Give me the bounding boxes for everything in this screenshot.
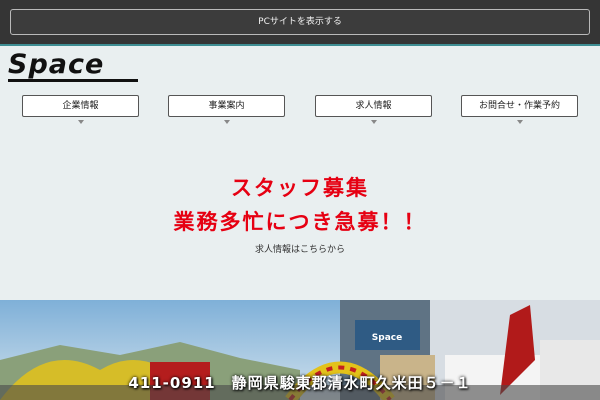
pc-site-button[interactable]: PCサイトを表示する bbox=[10, 9, 590, 35]
nav-company-info[interactable]: 企業情報 bbox=[22, 95, 139, 124]
logo-underline bbox=[8, 79, 138, 82]
nav-contact[interactable]: お問合せ・作業予約 bbox=[461, 95, 578, 124]
site-logo[interactable]: Space bbox=[8, 49, 140, 82]
nav-recruit[interactable]: 求人情報 bbox=[315, 95, 432, 124]
nav-label: 求人情報 bbox=[355, 101, 392, 111]
svg-text:Space: Space bbox=[372, 333, 402, 343]
recruit-headline-1: スタッフ募集 bbox=[231, 176, 369, 200]
hero-photo: Space 411-0911 静岡県駿東郡清水町久米田５－１ bbox=[0, 300, 600, 400]
caret-down-icon bbox=[223, 120, 230, 124]
nav-label: 事業案内 bbox=[208, 101, 245, 111]
nav-label: お問合せ・作業予約 bbox=[478, 101, 560, 111]
caret-down-icon bbox=[370, 120, 377, 124]
caret-down-icon bbox=[516, 120, 523, 124]
nav-label: 企業情報 bbox=[62, 101, 99, 111]
recruit-headline-2: 業務多忙につき急募！！ bbox=[173, 210, 427, 234]
nav-business[interactable]: 事業案内 bbox=[168, 95, 285, 124]
caret-down-icon bbox=[77, 120, 84, 124]
accent-divider bbox=[0, 44, 600, 46]
top-bar: PCサイトを表示する bbox=[0, 0, 600, 44]
logo-text: Space bbox=[8, 49, 105, 80]
recruit-link[interactable]: 求人情報はこちらから bbox=[0, 242, 600, 255]
hero-address: 411-0911 静岡県駿東郡清水町久米田５－１ bbox=[128, 374, 472, 392]
